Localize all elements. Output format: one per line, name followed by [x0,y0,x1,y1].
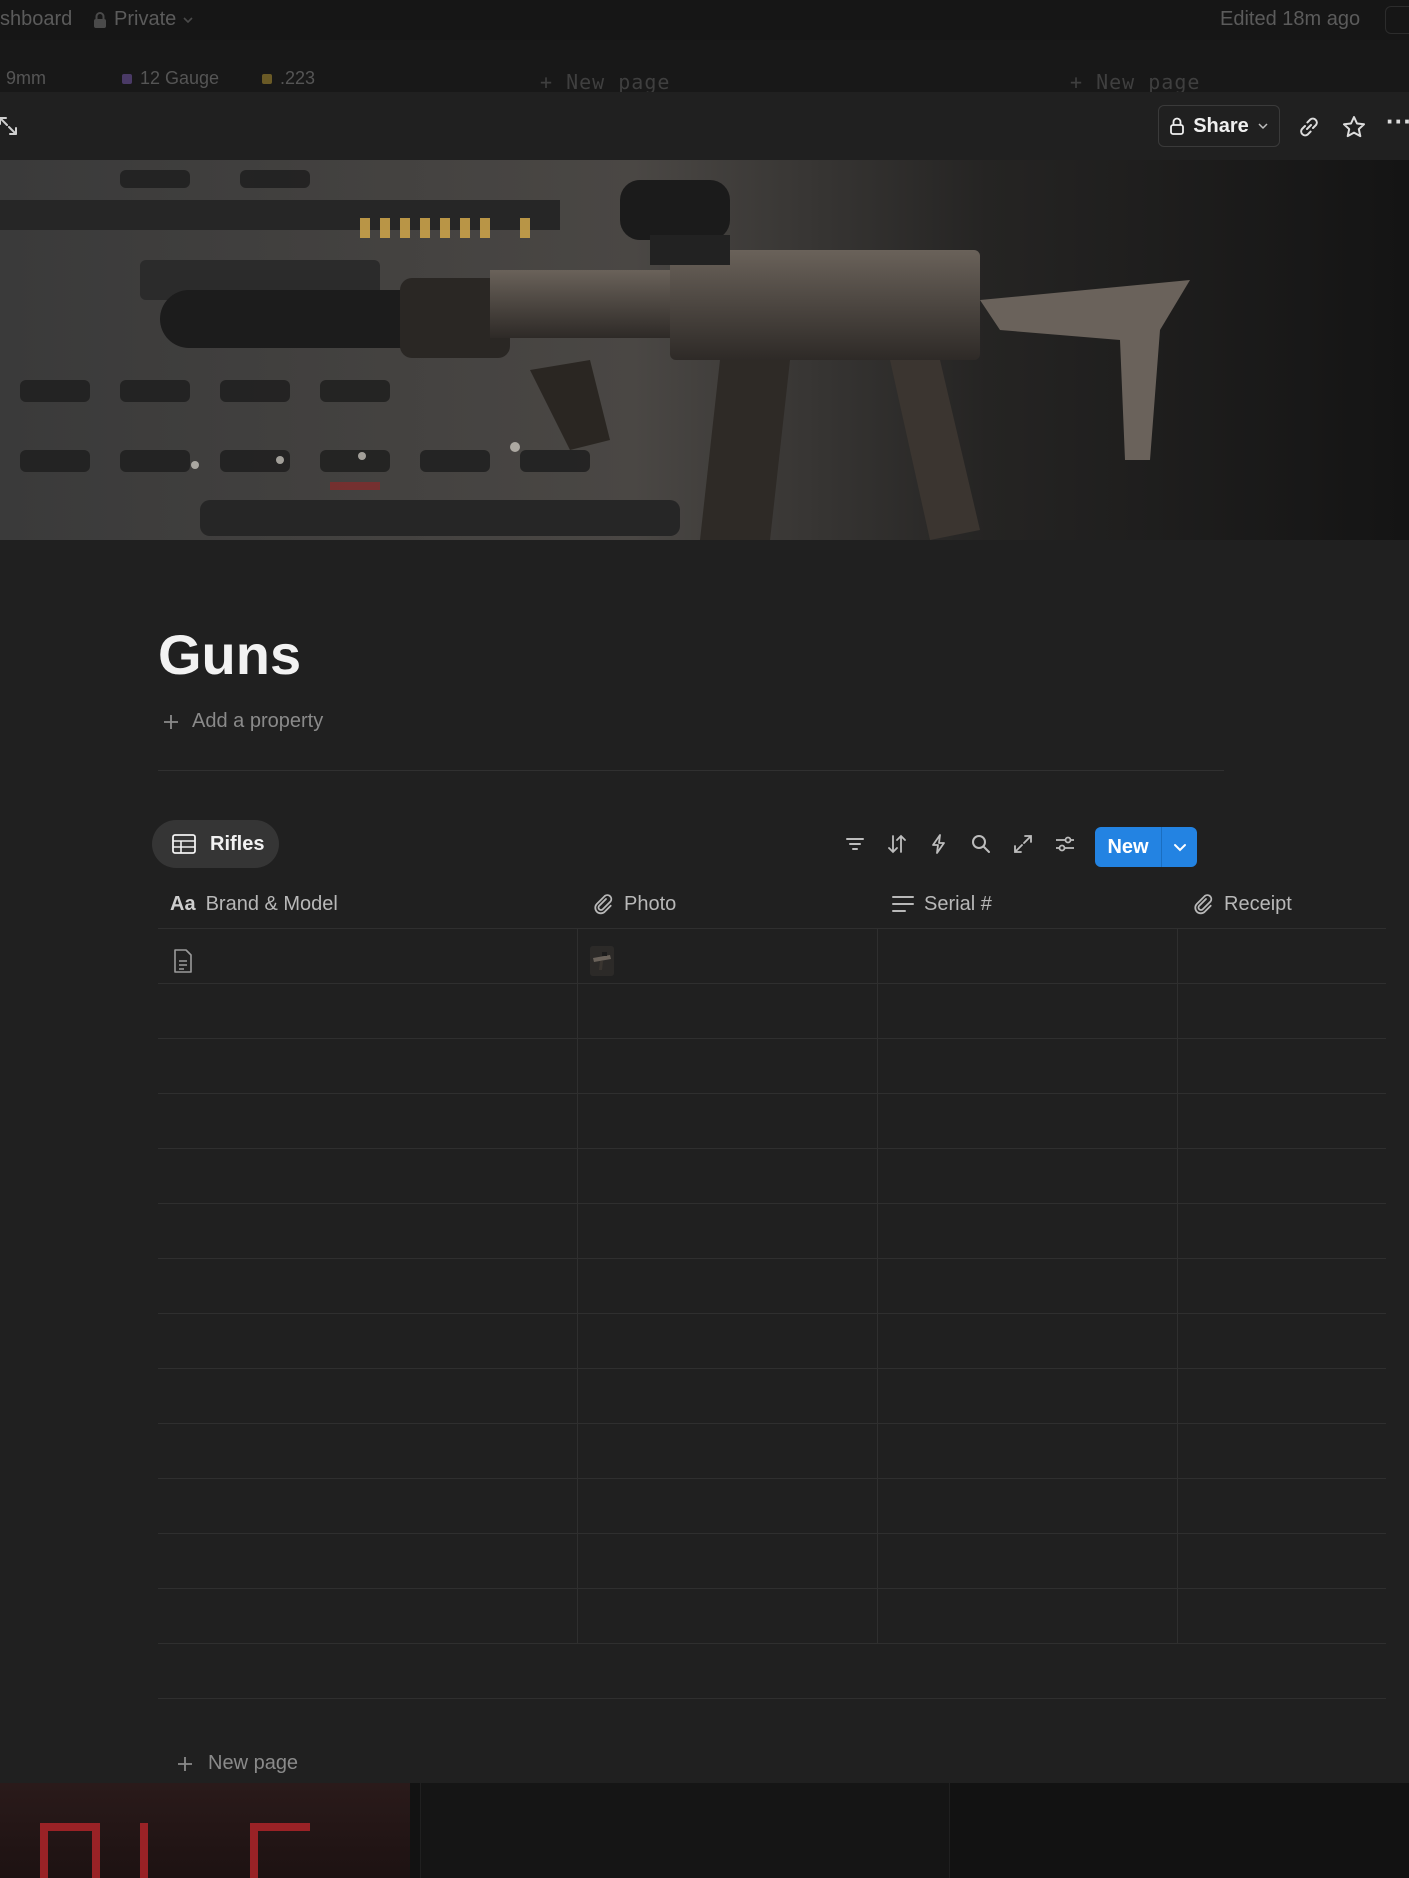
new-button-dropdown[interactable] [1162,839,1197,855]
add-property-button[interactable]: Add a property [162,710,323,733]
table-row[interactable] [158,1588,1386,1643]
background-topbar: shboard Private Edited 18m ago [0,0,1409,40]
filter-icon[interactable] [843,832,867,856]
topbar-edge-button[interactable] [1385,6,1409,34]
chevron-down-icon [1173,844,1186,852]
search-icon[interactable] [969,832,993,856]
table-row[interactable] [158,1533,1386,1588]
column-label: Photo [624,892,677,915]
share-label: Share [1193,114,1249,137]
cover-image[interactable] [0,160,1409,540]
rifle-thumbnail-image [590,946,614,976]
new-record-button[interactable]: New [1095,827,1197,867]
page-title[interactable]: Guns [158,622,301,687]
text-lines-icon [892,896,914,912]
settings-sliders-icon[interactable] [1053,832,1077,856]
sort-icon[interactable] [885,832,909,856]
new-page-label: New page [208,1752,299,1774]
tag-223[interactable]: .223 [262,68,315,89]
view-tab-label: Rifles [210,832,265,855]
table-row[interactable] [158,1203,1386,1258]
breadcrumb[interactable]: shboard [0,8,72,31]
background-gallery-card[interactable] [420,1783,950,1878]
link-icon[interactable] [1296,114,1322,140]
tag-12-gauge[interactable]: 12 Gauge [122,68,219,89]
table-row[interactable] [158,1368,1386,1423]
table-row[interactable] [158,1148,1386,1203]
table-row[interactable] [158,983,1386,1038]
table-row[interactable] [158,1478,1386,1533]
tag-label: 9mm [6,68,46,88]
table-row[interactable] [158,1038,1386,1093]
column-label: Brand & Model [205,892,338,915]
tag-9mm[interactable]: 9mm [6,68,46,89]
new-button-label: New [1107,835,1149,858]
tag-label: .223 [280,68,316,88]
title-icon: Aa [170,892,196,915]
photo-thumbnail[interactable] [590,946,614,976]
chevron-down-icon [1258,123,1268,130]
chevron-down-icon [183,16,193,23]
tag-label: 12 Gauge [140,68,220,88]
more-options-icon[interactable]: ··· [1386,106,1409,137]
expand-icon[interactable] [0,114,20,138]
page-peek-window: Share ··· [0,92,1409,1783]
plus-icon [164,714,178,729]
page-divider [158,770,1224,771]
column-label: Serial # [924,892,992,915]
table-icon [172,834,196,854]
share-button[interactable]: Share [1158,105,1280,147]
column-divider [877,928,878,1643]
column-header-receipt[interactable]: Receipt [1192,880,1292,928]
rifle-cover-illustration [0,160,1409,540]
background-gallery-card[interactable] [0,1783,410,1878]
table-row-divider [158,1643,1386,1644]
column-divider [577,928,578,1643]
automation-bolt-icon[interactable] [927,832,951,856]
table-row[interactable] [158,1093,1386,1148]
column-header-brand-model[interactable]: Aa Brand & Model [170,880,338,928]
lock-icon [94,11,106,28]
attachment-icon [1194,894,1213,915]
column-label: Receipt [1224,892,1292,915]
table-footer-divider [158,1698,1386,1699]
column-header-serial[interactable]: Serial # [892,880,992,928]
peek-header: Share ··· [0,92,1409,160]
plus-icon [178,1756,192,1771]
tag-color-dot [262,73,272,84]
table-row[interactable] [158,1423,1386,1478]
view-tab-rifles[interactable]: Rifles [152,820,279,868]
document-icon[interactable] [172,948,194,974]
table-row[interactable] [158,1258,1386,1313]
table-row[interactable] [158,928,1386,983]
table-row[interactable] [158,1313,1386,1368]
star-icon[interactable] [1341,114,1367,140]
column-header-photo[interactable]: Photo [592,880,676,928]
background-new-page-button[interactable]: + New page [1070,70,1200,94]
privacy-label: Private [114,8,177,30]
edited-timestamp: Edited 18m ago [1220,8,1361,30]
background-new-page-button[interactable]: + New page [540,70,670,94]
background-bottom-strip [0,1783,1409,1878]
column-divider [1177,928,1178,1643]
lock-icon [1170,117,1185,135]
privacy-indicator[interactable]: Private [92,8,194,31]
tag-color-dot [122,73,132,84]
new-page-row-button[interactable]: New page [176,1752,298,1775]
attachment-icon [594,894,613,915]
add-property-label: Add a property [192,710,324,732]
expand-view-icon[interactable] [1011,832,1035,856]
